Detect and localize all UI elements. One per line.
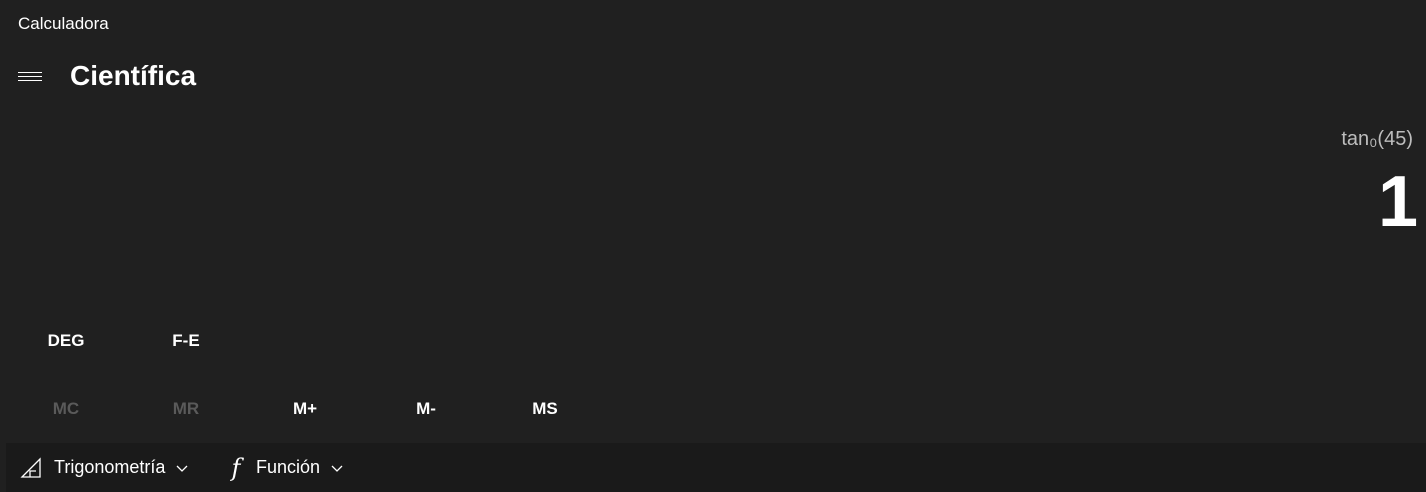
triangle-ruler-icon: [20, 456, 44, 479]
function-f-icon: f: [231, 453, 241, 482]
memory-add-button[interactable]: M+: [245, 389, 365, 429]
chevron-down-icon: [330, 463, 344, 473]
function-label: Función: [256, 457, 321, 477]
fixed-exponent-button[interactable]: F-E: [126, 321, 246, 361]
function-toolbar: Trigonometría f Función: [6, 443, 1426, 492]
expression-display: tan₀(45): [1341, 128, 1413, 150]
memory-recall-button[interactable]: MR: [126, 389, 246, 429]
memory-subtract-button[interactable]: M-: [366, 389, 486, 429]
trigonometry-label: Trigonometría: [54, 457, 166, 477]
calculator-window: Calculadora Científica tan₀(45) 1 DEG F-…: [0, 0, 1426, 492]
memory-clear-button[interactable]: MC: [6, 389, 126, 429]
trigonometry-dropdown[interactable]: Trigonometría: [20, 443, 189, 492]
memory-store-button[interactable]: MS: [485, 389, 605, 429]
result-display: 1: [1377, 162, 1418, 242]
mode-title: Científica: [70, 60, 197, 91]
window-title: Calculadora: [18, 14, 109, 33]
function-dropdown[interactable]: f Función: [226, 443, 344, 492]
hamburger-menu-icon[interactable]: [18, 70, 42, 84]
angle-unit-button[interactable]: DEG: [6, 321, 126, 361]
chevron-down-icon: [175, 463, 189, 473]
